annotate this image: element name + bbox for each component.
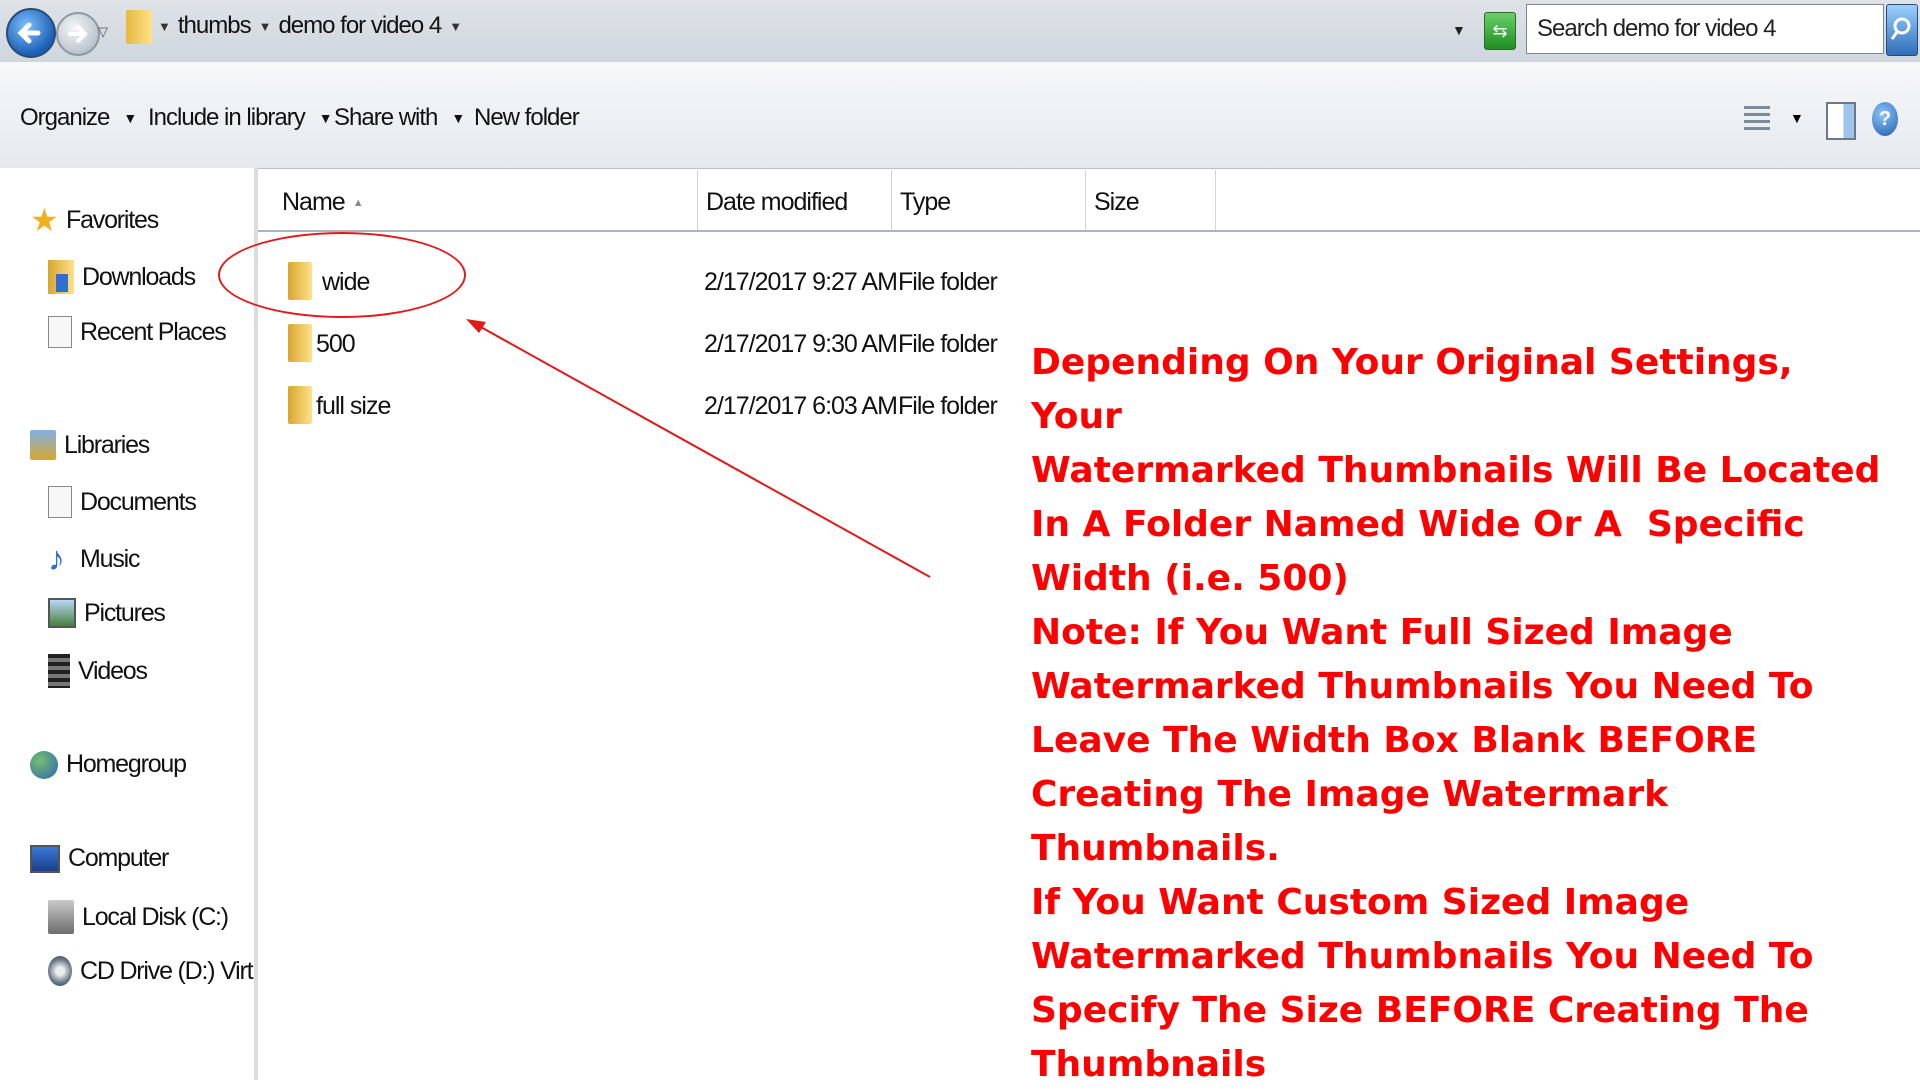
- annotation-line: Watermarked Thumbnails You Need To: [1031, 666, 1814, 707]
- annotation-line: Watermarked Thumbnails Will Be Located: [1031, 450, 1881, 491]
- annotation-paragraph-3: If You Want Custom Sized Image Watermark…: [1031, 876, 1891, 1092]
- annotation-line: Creating The Image Watermark Thumbnails.: [1031, 774, 1669, 869]
- annotation-line: Note: If You Want Full Sized Image: [1031, 612, 1733, 653]
- annotation-line: Depending On Your Original Settings, You…: [1031, 342, 1793, 437]
- annotation-paragraph-1: Depending On Your Original Settings, You…: [1031, 336, 1891, 606]
- annotation-line: If You Want Custom Sized Image: [1031, 882, 1690, 923]
- annotation-line: In A Folder Named Wide Or A Specific: [1031, 504, 1805, 545]
- annotation-paragraph-2: Note: If You Want Full Sized Image Water…: [1031, 606, 1891, 876]
- annotation-line: Leave The Width Box Blank BEFORE: [1031, 720, 1758, 761]
- annotation-line: Specify The Size BEFORE Creating The: [1031, 990, 1809, 1031]
- annotation-line: Watermarked Thumbnails You Need To: [1031, 936, 1814, 977]
- annotation-line: Width (i.e. 500): [1031, 558, 1349, 599]
- annotation-line: Thumbnails: [1031, 1044, 1267, 1085]
